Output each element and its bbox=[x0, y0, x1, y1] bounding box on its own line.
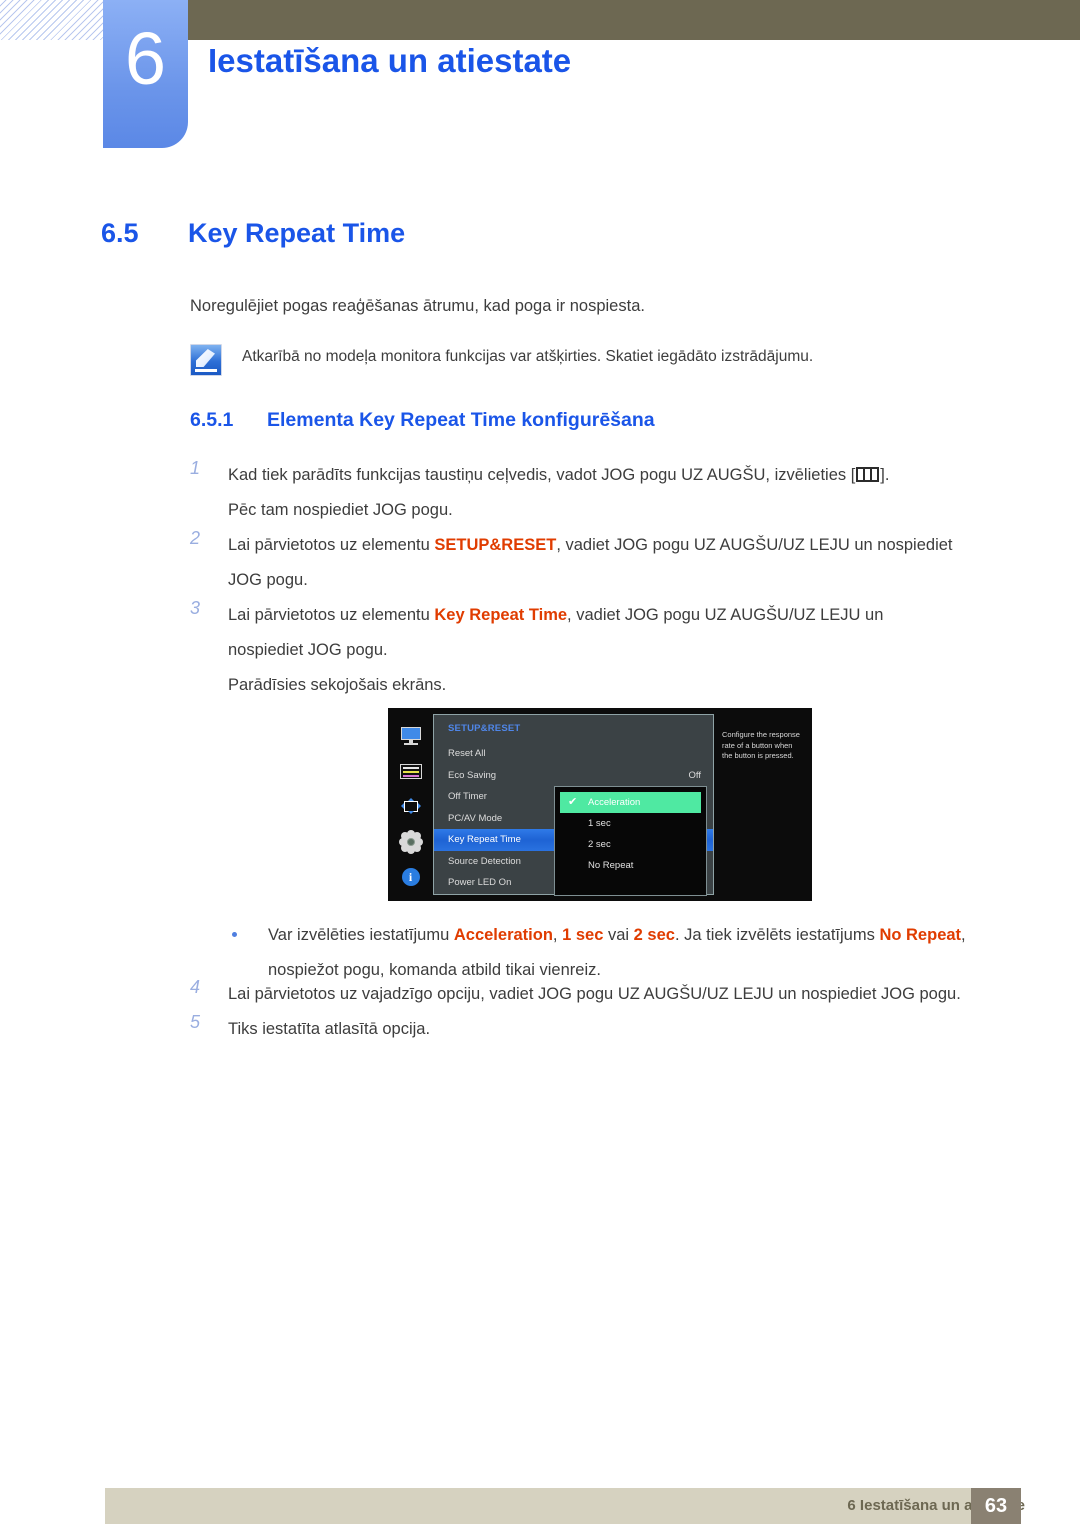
step-text: Lai pārvietotos uz elementu bbox=[228, 536, 435, 554]
osd-option-2-sec[interactable]: 2 sec bbox=[560, 834, 701, 855]
monitor-icon bbox=[398, 725, 424, 747]
check-icon: ✔ bbox=[568, 796, 578, 808]
osd-option-label: No Repeat bbox=[588, 860, 634, 871]
bullet-dot-icon bbox=[232, 932, 237, 937]
osd-item-label: PC/AV Mode bbox=[448, 812, 503, 824]
header-bar bbox=[155, 0, 1080, 40]
osd-item-reset-all[interactable]: Reset All bbox=[434, 743, 713, 765]
bullet-hl-no-repeat: No Repeat bbox=[879, 926, 962, 944]
bullet-t1: Var izvēlēties iestatījumu bbox=[268, 926, 454, 944]
osd-option-acceleration[interactable]: ✔ Acceleration bbox=[560, 792, 701, 813]
step-5: 5 Tiks iestatīta atlasītā opcija. bbox=[190, 1012, 990, 1047]
bullet-t5: , bbox=[961, 926, 966, 944]
footer-page-number: 63 bbox=[971, 1488, 1021, 1524]
step-3: 3 Lai pārvietotos uz elementu Key Repeat… bbox=[190, 598, 990, 703]
step-line: Parādīsies sekojošais ekrāns. bbox=[228, 676, 447, 694]
osd-item-label: Reset All bbox=[448, 748, 486, 759]
step-body: Lai pārvietotos uz elementu Key Repeat T… bbox=[228, 598, 990, 703]
step-highlight: SETUP&RESET bbox=[434, 536, 557, 554]
osd-option-1-sec[interactable]: 1 sec bbox=[560, 813, 701, 834]
note-text: Atkarībā no modeļa monitora funkcijas va… bbox=[242, 348, 814, 365]
step-4: 4 Lai pārvietotos uz vajadzīgo opciju, v… bbox=[190, 977, 990, 1012]
step-highlight: Key Repeat Time bbox=[434, 606, 568, 624]
bullet-t4: . Ja tiek izvēlēts iestatījums bbox=[674, 926, 880, 944]
osd-option-no-repeat[interactable]: No Repeat bbox=[560, 855, 701, 876]
bullet-hl-2sec: 2 sec bbox=[633, 926, 675, 944]
note-pencil-icon bbox=[190, 344, 222, 376]
osd-item-eco-saving[interactable]: Eco Saving Off bbox=[434, 765, 713, 787]
chapter-title: Iestatīšana un atiestate bbox=[208, 42, 572, 79]
step-line: Lai pārvietotos uz elementu Key Repeat T… bbox=[228, 598, 990, 633]
section-intro-text: Noregulējiet pogas reaģēšanas ātrumu, ka… bbox=[190, 297, 645, 315]
step-text-tail: , vadiet JOG pogu UZ AUGŠU/UZ LEJU un no… bbox=[556, 536, 953, 554]
step-line: Tiks iestatīta atlasītā opcija. bbox=[228, 1020, 431, 1038]
step-line: Kad tiek parādīts funkcijas taustiņu ceļ… bbox=[228, 458, 990, 493]
info-icon: i bbox=[398, 866, 424, 888]
osd-menu-screenshot: i SETUP&RESET Reset All Eco Saving Off O… bbox=[388, 708, 812, 901]
step-body: Tiks iestatīta atlasītā opcija. bbox=[228, 1012, 990, 1047]
osd-item-label: Source Detection bbox=[448, 855, 521, 867]
bullet-t3: vai bbox=[603, 926, 634, 944]
bullet-line: Var izvēlēties iestatījumu Acceleration,… bbox=[268, 918, 1012, 953]
osd-option-label: 2 sec bbox=[588, 839, 611, 850]
osd-submenu-key-repeat-time: ✔ Acceleration 1 sec 2 sec No Repeat bbox=[554, 786, 707, 896]
step-2: 2 Lai pārvietotos uz elementu SETUP&RESE… bbox=[190, 528, 990, 598]
section-number: 6.5 bbox=[101, 218, 139, 248]
step-body: Lai pārvietotos uz vajadzīgo opciju, vad… bbox=[228, 977, 990, 1012]
osd-item-value: Off bbox=[688, 769, 702, 781]
osd-menu-title: SETUP&RESET bbox=[448, 723, 521, 734]
osd-icon-rail: i bbox=[388, 708, 433, 901]
step-number: 5 bbox=[190, 1012, 201, 1032]
step-line: Pēc tam nospiediet JOG pogu. bbox=[228, 501, 453, 519]
step-text: Lai pārvietotos uz elementu bbox=[228, 606, 435, 624]
note-row: Atkarībā no modeļa monitora funkcijas va… bbox=[190, 344, 813, 376]
step-text: Kad tiek parādīts funkcijas taustiņu ceļ… bbox=[228, 466, 856, 484]
step-number: 2 bbox=[190, 528, 201, 548]
decorative-hatch-pattern bbox=[0, 0, 108, 40]
step-body: Kad tiek parādīts funkcijas taustiņu ceļ… bbox=[228, 458, 990, 528]
step-number: 1 bbox=[190, 458, 201, 478]
step-line: nospiediet JOG pogu. bbox=[228, 641, 388, 659]
subsection-title: Elementa Key Repeat Time konfigurēšana bbox=[267, 409, 655, 431]
section-heading: 6.5 Key Repeat Time bbox=[101, 218, 405, 249]
screen-adjust-icon bbox=[398, 795, 424, 817]
menu-grid-icon bbox=[856, 467, 880, 482]
bullet-t2: , bbox=[552, 926, 563, 944]
step-line: Lai pārvietotos uz elementu SETUP&RESET,… bbox=[228, 528, 990, 563]
subsection-number: 6.5.1 bbox=[190, 409, 234, 431]
color-bars-icon bbox=[398, 760, 424, 782]
step-1: 1 Kad tiek parādīts funkcijas taustiņu c… bbox=[190, 458, 990, 528]
step-line: Lai pārvietotos uz vajadzīgo opciju, vad… bbox=[228, 985, 961, 1003]
subsection-heading: 6.5.1 Elementa Key Repeat Time konfigurēš… bbox=[190, 409, 655, 432]
bullet-hl-1sec: 1 sec bbox=[562, 926, 604, 944]
osd-item-label: Eco Saving bbox=[448, 769, 497, 781]
bullet-hl-acceleration: Acceleration bbox=[453, 926, 553, 944]
step-text-tail: ]. bbox=[880, 466, 890, 484]
osd-help-text: Configure the response rate of a button … bbox=[716, 714, 806, 895]
step-body: Lai pārvietotos uz elementu SETUP&RESET,… bbox=[228, 528, 990, 598]
section-title: Key Repeat Time bbox=[188, 218, 406, 248]
step-line: JOG pogu. bbox=[228, 571, 308, 589]
osd-option-label: Acceleration bbox=[588, 797, 641, 808]
step-number: 4 bbox=[190, 977, 201, 997]
step-number: 3 bbox=[190, 598, 201, 618]
osd-item-label: Power LED On bbox=[448, 877, 512, 888]
osd-option-label: 1 sec bbox=[588, 818, 611, 829]
osd-item-label: Key Repeat Time bbox=[448, 834, 521, 845]
gear-icon bbox=[398, 831, 424, 853]
step-text-tail: , vadiet JOG pogu UZ AUGŠU/UZ LEJU un bbox=[567, 606, 884, 624]
osd-item-label: Off Timer bbox=[448, 791, 487, 802]
chapter-number: 6 bbox=[124, 17, 167, 100]
